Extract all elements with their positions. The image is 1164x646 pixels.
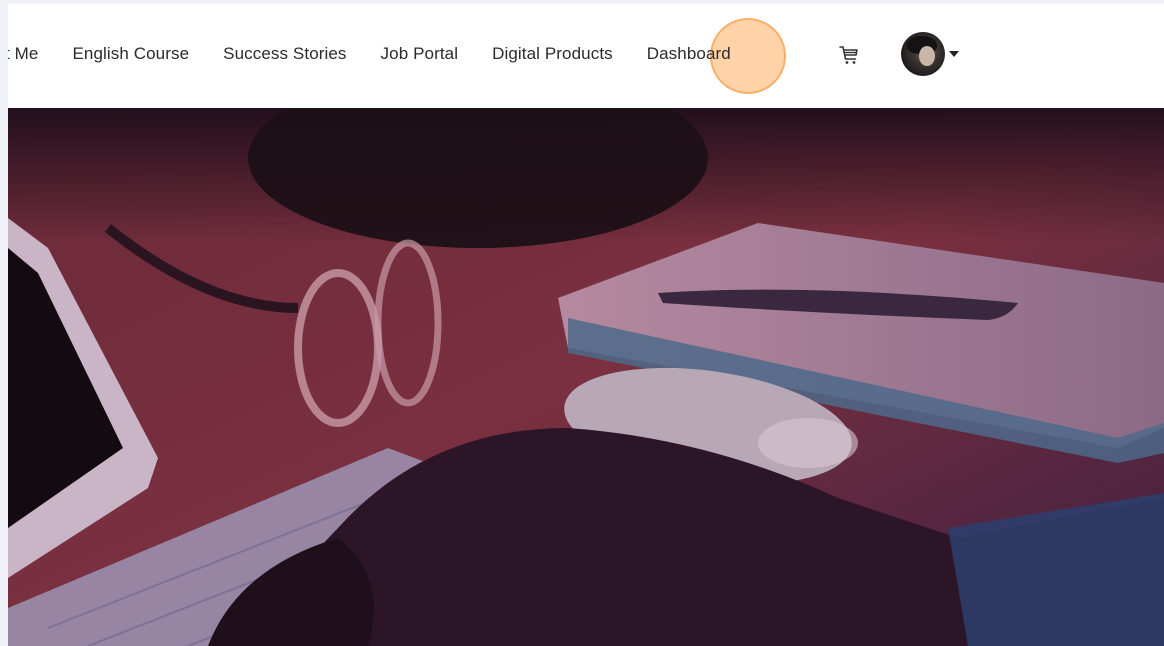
nav-item-digital-products[interactable]: Digital Products [492,40,613,68]
nav-item-about-me[interactable]: t Me [8,40,38,68]
browser-viewport: t Me English Course Success Stories Job … [8,4,1164,646]
chevron-down-icon[interactable] [949,51,959,57]
hero-illustration [8,108,1164,646]
nav-item-english-course[interactable]: English Course [72,40,189,68]
avatar[interactable] [901,32,945,76]
hero-image [8,108,1164,646]
nav-item-success-stories[interactable]: Success Stories [223,40,346,68]
nav-item-job-portal[interactable]: Job Portal [381,40,459,68]
main-nav: t Me English Course Success Stories Job … [8,40,749,68]
top-navigation-bar: t Me English Course Success Stories Job … [8,4,1164,108]
user-menu[interactable] [901,31,959,77]
nav-item-dashboard[interactable]: Dashboard [647,40,731,68]
cart-icon[interactable] [838,44,860,66]
